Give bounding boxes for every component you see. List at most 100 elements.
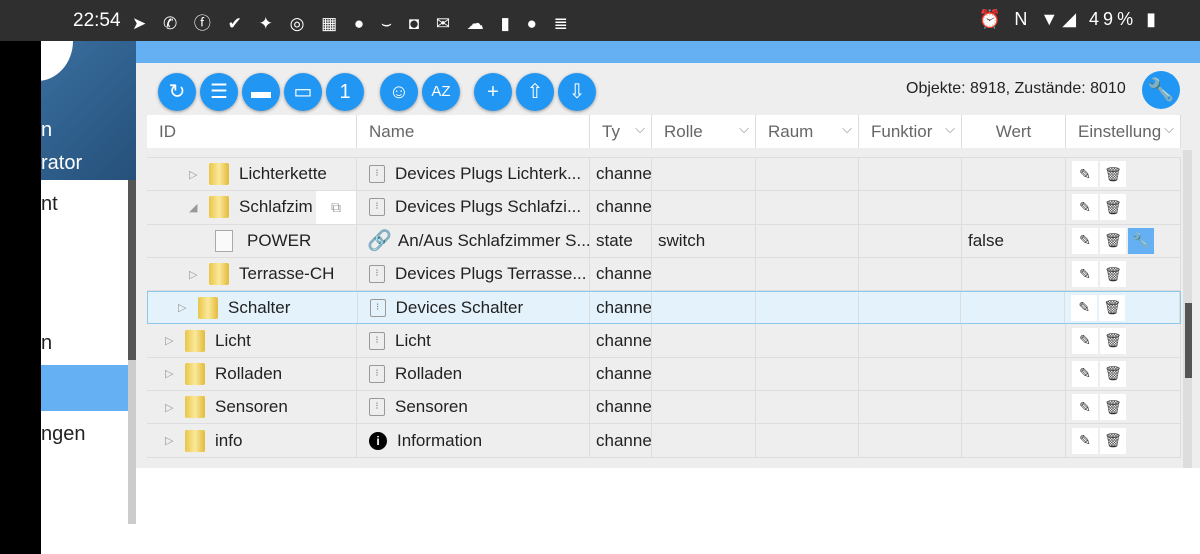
object-type: channe	[596, 363, 652, 383]
expand-toggle-icon[interactable]: ▷	[189, 168, 203, 181]
sidebar-item-objects-selected[interactable]	[41, 365, 128, 411]
add-button[interactable]: +	[474, 73, 512, 111]
column-label: Wert	[995, 122, 1032, 141]
edit-button[interactable]: ✎	[1071, 294, 1098, 321]
value-cell[interactable]	[962, 257, 1066, 291]
expert-button[interactable]: ☺	[380, 73, 418, 111]
table-row[interactable]: ▷ Rolladen ⁝ Rolladen channe ✎ 🗑	[147, 357, 1181, 392]
actions-cell: ✎ 🗑	[1066, 357, 1181, 391]
delete-button[interactable]: 🗑	[1100, 227, 1126, 254]
value-cell[interactable]	[962, 357, 1066, 391]
chevron-down-icon[interactable]: ⌵	[635, 121, 645, 137]
column-header-4[interactable]: Raum ⌵	[756, 115, 859, 148]
chevron-down-icon[interactable]: ⌵	[842, 121, 852, 137]
delete-button[interactable]: 🗑	[1099, 294, 1126, 321]
expand-toggle-icon[interactable]: ▷	[178, 301, 192, 314]
room-cell	[756, 391, 859, 424]
sort-az-button[interactable]: AZ	[422, 73, 460, 111]
room-cell	[756, 424, 859, 457]
object-name: Devices Plugs Terrasse...	[395, 264, 587, 284]
chevron-down-icon[interactable]: ⌵	[945, 121, 955, 137]
value-cell[interactable]	[961, 292, 1066, 324]
edit-button[interactable]: ✎	[1072, 261, 1098, 288]
sidebar-scrollbar-thumb[interactable]	[128, 180, 136, 360]
column-header-2[interactable]: Ty ⌵	[590, 115, 652, 148]
value-cell[interactable]	[962, 324, 1066, 357]
one-button[interactable]: 1	[326, 73, 364, 111]
column-header-5[interactable]: Funktior ⌵	[859, 115, 962, 148]
expand-toggle-icon[interactable]: ▷	[165, 401, 179, 414]
column-header-1[interactable]: Name	[357, 115, 590, 148]
id-cell[interactable]: POWER	[147, 224, 357, 257]
column-header-6[interactable]: Wert	[962, 115, 1066, 148]
refresh-button[interactable]: ↻	[158, 73, 196, 111]
id-cell[interactable]: ▷ Schalter	[148, 292, 358, 324]
expand-toggle-icon[interactable]: ▷	[165, 434, 179, 447]
delete-button[interactable]: 🗑	[1100, 194, 1126, 221]
delete-button[interactable]: 🗑	[1100, 327, 1126, 354]
value-cell[interactable]	[962, 158, 1066, 191]
delete-button[interactable]: 🗑	[1100, 261, 1126, 288]
copy-icon[interactable]: ⧉	[316, 191, 356, 224]
table-row[interactable]: ▷ Terrasse-CH ⁝ Devices Plugs Terrasse... ch…	[147, 257, 1181, 292]
sidebar-item[interactable]: ngen	[41, 423, 86, 446]
id-cell[interactable]: ▷ Terrasse-CH	[147, 257, 357, 291]
signal-icon: ◢	[1062, 9, 1081, 29]
column-header-3[interactable]: Rolle ⌵	[652, 115, 756, 148]
id-cell[interactable]: ▷ info	[147, 424, 357, 457]
chevron-down-icon[interactable]: ⌵	[1164, 121, 1174, 137]
delete-button[interactable]: 🗑	[1100, 360, 1126, 387]
column-header-0[interactable]: ID	[147, 115, 357, 148]
column-header-7[interactable]: Einstellung ⌵	[1066, 115, 1181, 148]
value-cell[interactable]	[962, 424, 1066, 457]
function-cell	[859, 391, 962, 424]
delete-button[interactable]: 🗑	[1100, 427, 1126, 454]
id-cell[interactable]: ▷ Lichterkette	[147, 158, 357, 191]
folder-filled-button[interactable]: ▬	[242, 73, 280, 111]
edit-button[interactable]: ✎	[1072, 194, 1098, 221]
battery-icon: ▮	[1146, 9, 1160, 29]
download-button[interactable]: ⇩	[558, 73, 596, 111]
expand-toggle-icon[interactable]: ▷	[165, 367, 179, 380]
value-cell[interactable]	[962, 391, 1066, 424]
settings-button[interactable]: 🔧	[1142, 71, 1180, 109]
id-cell[interactable]: ▷ Rolladen	[147, 357, 357, 391]
list-button[interactable]: ☰	[200, 73, 238, 111]
id-cell[interactable]: ▷ Sensoren	[147, 391, 357, 424]
edit-button[interactable]: ✎	[1072, 327, 1098, 354]
edit-button[interactable]: ✎	[1072, 360, 1098, 387]
sidebar-item[interactable]: nt	[41, 193, 58, 216]
wifi-icon: ▼	[1040, 9, 1063, 29]
id-cell[interactable]: ◢ Schlafzim ⧉	[147, 191, 357, 224]
expand-toggle-icon[interactable]: ▷	[189, 268, 203, 281]
object-id: Schlafzim	[239, 197, 313, 217]
upload-button[interactable]: ⇧	[516, 73, 554, 111]
expand-toggle-icon[interactable]: ▷	[165, 334, 179, 347]
table-row[interactable]: ▷ info i Information channe ✎ 🗑	[147, 424, 1181, 458]
edit-button[interactable]: ✎	[1072, 427, 1098, 454]
edit-button[interactable]: ✎	[1072, 227, 1098, 254]
value-cell[interactable]: false	[962, 224, 1066, 257]
expand-toggle-icon[interactable]: ◢	[189, 201, 203, 214]
id-cell[interactable]: ▷ Licht	[147, 324, 357, 357]
table-row[interactable]: POWER 🔗 An/Aus Schlafzimmer S... state switc…	[147, 224, 1181, 258]
table-row[interactable]: ◢ Schlafzim ⧉ ⁝ Devices Plugs Schlafzi... cha…	[147, 191, 1181, 225]
table-row[interactable]: ▷ Lichterkette ⁝ Devices Plugs Lichterk... c…	[147, 158, 1181, 192]
chevron-down-icon[interactable]: ⌵	[739, 121, 749, 137]
table-row[interactable]: ▷ Licht ⁝ Licht channe ✎ 🗑	[147, 324, 1181, 358]
delete-button[interactable]: 🗑	[1100, 161, 1126, 188]
custom-settings-button[interactable]: 🔧	[1128, 227, 1154, 254]
actions-cell: ✎ 🗑	[1066, 257, 1181, 291]
edit-button[interactable]: ✎	[1072, 394, 1098, 421]
edit-button[interactable]: ✎	[1072, 161, 1098, 188]
screen-edge	[0, 41, 41, 554]
type-cell: channe	[590, 257, 652, 291]
table-row[interactable]: ▷ Schalter ⁝ Devices Schalter channe ✎ 🗑	[147, 291, 1181, 325]
delete-button[interactable]: 🗑	[1100, 394, 1126, 421]
channel-icon: ⁝	[369, 398, 385, 417]
sidebar-item[interactable]: n	[41, 332, 52, 355]
table-scrollbar-thumb[interactable]	[1185, 303, 1192, 378]
table-row[interactable]: ▷ Sensoren ⁝ Sensoren channe ✎ 🗑	[147, 391, 1181, 425]
value-cell[interactable]	[962, 191, 1066, 224]
folder-open-button[interactable]: ▭	[284, 73, 322, 111]
